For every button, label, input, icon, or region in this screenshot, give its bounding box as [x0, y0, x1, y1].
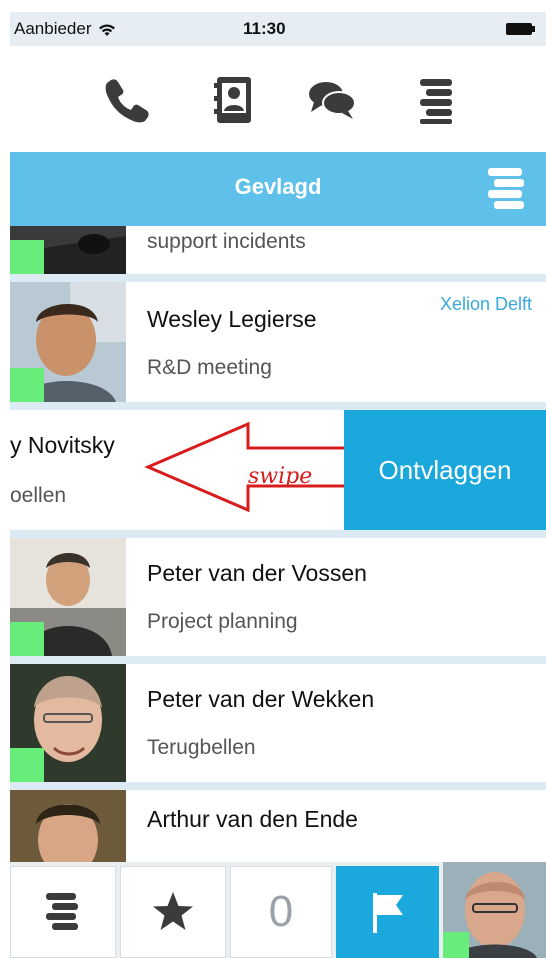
- carrier-indicator: Aanbieder: [14, 19, 116, 39]
- menu-icon: [46, 893, 78, 930]
- contact-company: Xelion Delft: [439, 294, 532, 314]
- contacts-icon[interactable]: [208, 74, 260, 126]
- section-header: Gevlagd: [10, 152, 546, 226]
- list-divider: [10, 274, 546, 282]
- list-divider: [10, 656, 546, 664]
- contact-name: Wesley Legierse: [147, 306, 317, 332]
- flagged-list: support incidents Xelion Delft Wesley Le…: [10, 226, 546, 862]
- list-item-swiped[interactable]: y Novitsky oellen swipe Ontvlaggen: [10, 410, 546, 530]
- tab-menu[interactable]: [10, 866, 116, 958]
- avatar: [10, 664, 126, 782]
- tab-count-label: 0: [268, 887, 294, 936]
- online-status: [443, 932, 469, 958]
- flag-icon: [372, 893, 403, 933]
- top-toolbar: [10, 46, 546, 152]
- list-divider: [10, 782, 546, 790]
- tab-count[interactable]: 0: [230, 866, 332, 958]
- contact-subject: oellen: [10, 484, 67, 507]
- chat-icon[interactable]: [306, 74, 358, 126]
- header-title: Gevlagd: [234, 174, 322, 199]
- avatar: [10, 282, 126, 402]
- avatar: [10, 790, 126, 862]
- bottom-tab-bar: 0: [10, 862, 546, 958]
- swipe-hint: swipe: [248, 464, 313, 489]
- phone-icon[interactable]: [102, 74, 154, 126]
- contact-subject: R&D meeting: [147, 356, 272, 379]
- tab-favorites[interactable]: [120, 866, 226, 958]
- contact-name: Peter van der Vossen: [147, 560, 367, 586]
- wifi-icon: [98, 22, 116, 36]
- contact-subject: Project planning: [147, 610, 298, 633]
- list-divider: [10, 402, 546, 410]
- online-status: [10, 368, 44, 402]
- tab-flagged[interactable]: [336, 866, 439, 958]
- contact-name: y Novitsky: [10, 432, 115, 458]
- list-item[interactable]: Peter van der Vossen Project planning: [10, 538, 546, 656]
- carrier-label: Aanbieder: [14, 19, 92, 38]
- status-bar: Aanbieder 11:30: [10, 12, 546, 46]
- header-menu-icon[interactable]: [484, 166, 528, 210]
- online-status: [10, 622, 44, 656]
- contact-subject: support incidents: [147, 230, 306, 253]
- avatar: [10, 538, 126, 656]
- list-divider: [10, 530, 546, 538]
- profile-avatar[interactable]: [443, 862, 546, 958]
- status-time: 11:30: [243, 19, 286, 38]
- list-item[interactable]: Peter van der Wekken Terugbellen: [10, 664, 546, 782]
- star-icon: [153, 892, 193, 930]
- list-item[interactable]: Xelion Delft Wesley Legierse R&D meeting: [10, 282, 546, 402]
- unflag-button[interactable]: Ontvlaggen: [344, 410, 546, 530]
- avatar: [10, 226, 126, 274]
- online-status: [10, 240, 44, 274]
- contact-subject: Terugbellen: [147, 736, 256, 759]
- battery-icon: [506, 23, 535, 35]
- online-status: [10, 748, 44, 782]
- contact-name: Peter van der Wekken: [147, 686, 375, 712]
- list-item[interactable]: Arthur van den Ende: [10, 790, 546, 862]
- menu-icon[interactable]: [410, 74, 462, 126]
- list-item[interactable]: support incidents: [10, 226, 546, 274]
- contact-name: Arthur van den Ende: [147, 806, 358, 832]
